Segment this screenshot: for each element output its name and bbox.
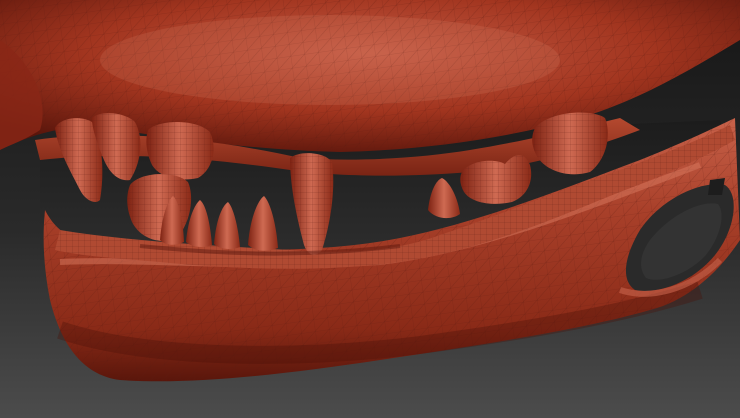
- sculpt-viewport[interactable]: [0, 0, 740, 418]
- sculpt-render: [0, 0, 740, 418]
